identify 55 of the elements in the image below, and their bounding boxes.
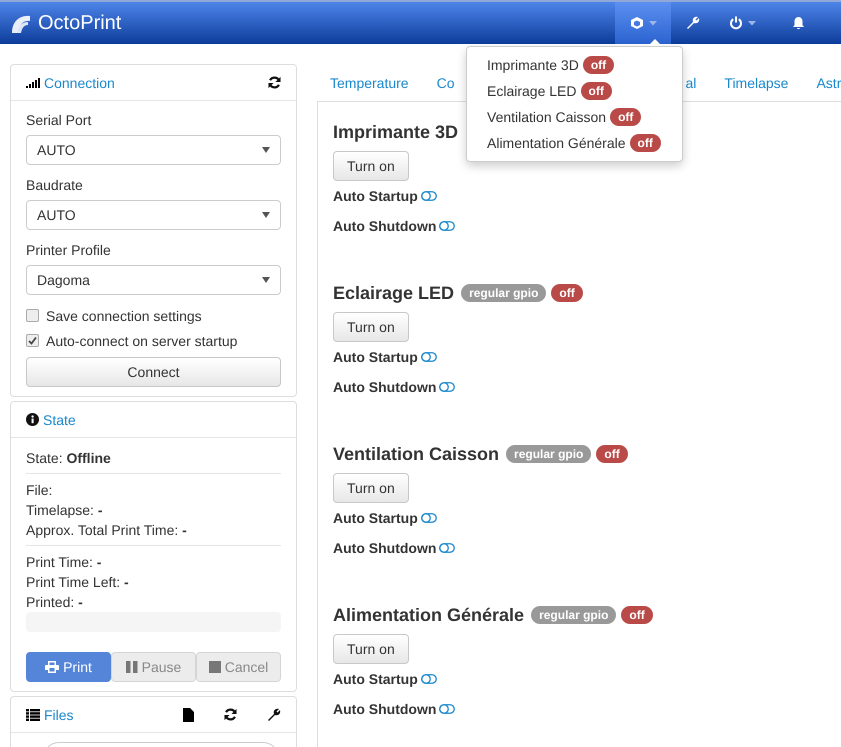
tab[interactable]: Temperature — [317, 74, 422, 90]
panel-title[interactable]: Connection — [44, 74, 115, 90]
status-badge: off — [551, 284, 583, 302]
switch-title: Ventilation Caisson — [333, 444, 500, 464]
dropdown-field[interactable]: AUTO — [26, 200, 281, 230]
status-badge: regular gpio — [531, 606, 616, 624]
turn-on-button[interactable]: Turn on — [333, 312, 409, 342]
toggle-label: Auto Shutdown — [333, 379, 436, 395]
menu-item[interactable]: Eclairage LED — [487, 83, 576, 99]
turn-on-button[interactable]: Turn on — [333, 151, 409, 181]
menu-item[interactable]: Ventilation Caisson — [487, 109, 606, 125]
toggle-label: Auto Shutdown — [333, 701, 436, 717]
state-line: State: Offline — [26, 449, 112, 468]
panel-title[interactable]: State — [43, 412, 76, 428]
connect-button[interactable]: Connect — [26, 357, 281, 387]
state-line: Timelapse: - — [26, 501, 104, 520]
state-line: Print Time Left: - — [26, 573, 130, 592]
menu-item[interactable]: Alimentation Générale — [487, 135, 626, 151]
toggle-label: Auto Startup — [333, 188, 418, 204]
toggle-label: Auto Startup — [333, 510, 418, 526]
switch-title: Imprimante 3D — [333, 122, 458, 142]
state-line: Approx. Total Print Time: - — [26, 521, 188, 540]
status-badge: off — [630, 134, 661, 152]
field-label: Baudrate — [26, 176, 84, 195]
menu-item[interactable]: Imprimante 3D — [487, 57, 579, 73]
print-button[interactable]: Print — [26, 652, 111, 682]
toggle-label: Auto Shutdown — [333, 218, 436, 234]
status-badge: regular gpio — [506, 445, 592, 463]
turn-on-button[interactable]: Turn on — [333, 634, 409, 664]
field-label: Serial Port — [26, 111, 92, 130]
switch-title: Alimentation Générale — [333, 604, 524, 626]
checkbox-label: Save connection settings — [46, 308, 202, 324]
state-line: Printed: - — [26, 593, 84, 612]
switch-title: Eclairage LED — [333, 282, 454, 304]
brand-name[interactable]: OctoPrint — [38, 12, 122, 34]
field-label: Printer Profile — [26, 241, 112, 260]
turn-on-button[interactable]: Turn on — [333, 473, 409, 503]
status-badge: off — [582, 56, 614, 74]
panel-title[interactable]: Files — [44, 706, 74, 722]
tab[interactable]: Astr — [803, 74, 841, 90]
status-badge: off — [596, 445, 628, 463]
status-badge: regular gpio — [461, 284, 546, 302]
toggle-label: Auto Shutdown — [333, 540, 436, 556]
dropdown-field[interactable]: Dagoma — [26, 265, 281, 295]
toggle-label: Auto Startup — [333, 671, 418, 687]
state-line: Print Time: - — [26, 553, 102, 572]
toggle-label: Auto Startup — [333, 349, 418, 365]
checkbox-label: Auto-connect on server startup — [46, 332, 238, 348]
status-badge: off — [621, 606, 653, 624]
state-line: File: — [26, 481, 54, 500]
status-badge: off — [580, 82, 612, 100]
tab[interactable]: Timelapse — [711, 74, 802, 90]
dropdown-field[interactable]: AUTO — [26, 135, 281, 165]
tab[interactable]: Co — [424, 74, 468, 90]
status-badge: off — [610, 108, 642, 126]
